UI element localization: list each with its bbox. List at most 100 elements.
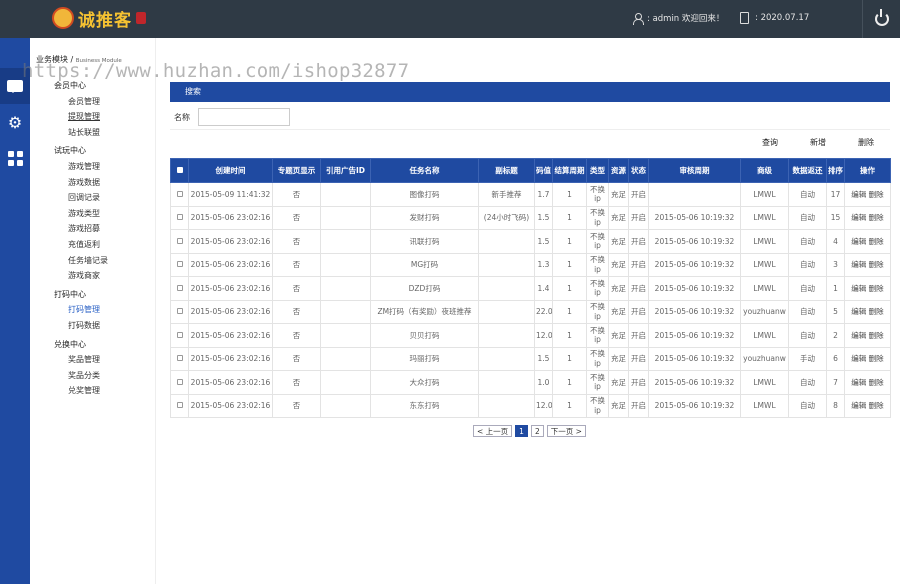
column-header: 引用广告ID [320, 158, 371, 183]
row-checkbox[interactable] [170, 276, 189, 301]
checkbox-icon [176, 378, 183, 385]
table-cell: 发财打码 [370, 205, 479, 230]
query-button[interactable]: 查询 [762, 137, 778, 148]
table-cell: 不换ip [586, 276, 609, 301]
menu-item[interactable]: 游戏类型 [54, 206, 108, 222]
row-actions[interactable]: 编辑 删除 [844, 182, 891, 207]
table-cell: 8 [826, 393, 845, 418]
menu-item[interactable]: 任务墙记录 [54, 253, 108, 269]
menu-item[interactable]: 会员管理 [54, 94, 108, 110]
menu-item[interactable]: 奖品管理 [54, 352, 108, 368]
table-cell [478, 370, 535, 395]
row-checkbox[interactable] [170, 346, 189, 371]
table-cell: 2015-05-06 23:02:16 [188, 276, 273, 301]
menu-item[interactable]: 提现管理 [54, 109, 108, 125]
row-checkbox[interactable] [170, 299, 189, 324]
table-cell: 自动 [788, 252, 827, 277]
prev-page-button[interactable]: < 上一页 [473, 425, 513, 437]
table-cell: 不换ip [586, 393, 609, 418]
search-panel-title: 搜索 [170, 82, 890, 102]
person-icon [632, 12, 644, 25]
row-actions[interactable]: 编辑 删除 [844, 252, 891, 277]
menu-item[interactable]: 充值返利 [54, 237, 108, 253]
row-actions[interactable]: 编辑 删除 [844, 323, 891, 348]
row-checkbox[interactable] [170, 252, 189, 277]
grid-icon [7, 150, 23, 166]
icon-rail: ⚙ [0, 38, 30, 584]
table-cell: 6 [826, 346, 845, 371]
table-cell: 1 [552, 276, 587, 301]
select-all-checkbox[interactable] [170, 158, 189, 183]
menu-group-label[interactable]: 会员中心 [54, 78, 108, 94]
table-cell: 讯联打码 [370, 229, 479, 254]
name-search-input[interactable] [198, 108, 290, 126]
table-cell [320, 346, 371, 371]
delete-button[interactable]: 删除 [858, 137, 874, 148]
row-actions[interactable]: 编辑 删除 [844, 346, 891, 371]
row-checkbox[interactable] [170, 205, 189, 230]
table-cell: 开启 [628, 299, 649, 324]
table-cell [320, 276, 371, 301]
row-checkbox[interactable] [170, 393, 189, 418]
row-checkbox[interactable] [170, 323, 189, 348]
table-cell [478, 323, 535, 348]
table-cell: 2015-05-06 23:02:16 [188, 370, 273, 395]
table-cell: 2015-05-06 23:02:16 [188, 229, 273, 254]
user-greeting[interactable]: : admin 欢迎回来！ [632, 12, 724, 25]
menu-item[interactable]: 站长联盟 [54, 125, 108, 141]
table-cell: 东东打码 [370, 393, 479, 418]
menu-item[interactable]: 游戏招募 [54, 221, 108, 237]
breadcrumb-separator: / [68, 55, 76, 64]
menu-item[interactable]: 奖品分类 [54, 368, 108, 384]
table-cell: 2015-05-06 10:19:32 [648, 370, 741, 395]
table-cell: 1 [552, 346, 587, 371]
logout-button[interactable] [862, 0, 900, 38]
table-cell: LMWL [740, 276, 789, 301]
row-checkbox[interactable] [170, 229, 189, 254]
table-cell: 17 [826, 182, 845, 207]
table-cell: 否 [272, 346, 321, 371]
table-cell: 1 [552, 323, 587, 348]
rail-apps-button[interactable] [0, 140, 30, 176]
top-bar: 诚推客 : admin 欢迎回来！ : 2020.07.17 [0, 0, 900, 38]
menu-item[interactable]: 游戏数据 [54, 175, 108, 191]
menu-item[interactable]: 游戏管理 [54, 159, 108, 175]
menu-item[interactable]: 回调记录 [54, 190, 108, 206]
menu-group-label[interactable]: 兑换中心 [54, 337, 108, 353]
menu-group-label[interactable]: 打码中心 [54, 287, 108, 303]
rail-settings-button[interactable]: ⚙ [0, 104, 30, 140]
add-button[interactable]: 新增 [810, 137, 826, 148]
table-cell: 图像打码 [370, 182, 479, 207]
row-checkbox[interactable] [170, 182, 189, 207]
rail-business-button[interactable] [0, 68, 30, 104]
page-number-button[interactable]: 2 [530, 425, 544, 437]
logo-mascot-icon [52, 7, 74, 29]
table-cell: 不换ip [586, 323, 609, 348]
row-actions[interactable]: 编辑 删除 [844, 276, 891, 301]
row-actions[interactable]: 编辑 删除 [844, 370, 891, 395]
row-actions[interactable]: 编辑 删除 [844, 205, 891, 230]
table-cell: 大众打码 [370, 370, 479, 395]
menu-item[interactable]: 游戏商家 [54, 268, 108, 284]
row-checkbox[interactable] [170, 370, 189, 395]
next-page-button[interactable]: 下一页 > [546, 425, 586, 437]
menu-item[interactable]: 兑奖管理 [54, 383, 108, 399]
table-cell: 1 [552, 182, 587, 207]
menu-item[interactable]: 打码管理 [54, 302, 108, 318]
row-actions[interactable]: 编辑 删除 [844, 229, 891, 254]
row-actions[interactable]: 编辑 删除 [844, 393, 891, 418]
menu-item[interactable]: 打码数据 [54, 318, 108, 334]
table-cell [320, 229, 371, 254]
checkbox-icon [176, 331, 183, 338]
table-cell: 不换ip [586, 229, 609, 254]
breadcrumb-subtitle: Business Module [75, 58, 122, 64]
table-cell: 22.0 [534, 299, 553, 324]
row-actions[interactable]: 编辑 删除 [844, 299, 891, 324]
submenu-list: 会员中心 会员管理 提现管理 站长联盟试玩中心 游戏管理 游戏数据 回调记录 游戏类型 游戏招募… [54, 78, 108, 402]
menu-group-label[interactable]: 试玩中心 [54, 143, 108, 159]
logo[interactable]: 诚推客 [52, 5, 146, 31]
table-cell: 否 [272, 393, 321, 418]
table-cell: 2015-05-06 23:02:16 [188, 299, 273, 324]
page-number-button[interactable]: 1 [515, 425, 528, 437]
table-cell: ZM打码（有奖励）夜班推荐 [370, 299, 479, 324]
